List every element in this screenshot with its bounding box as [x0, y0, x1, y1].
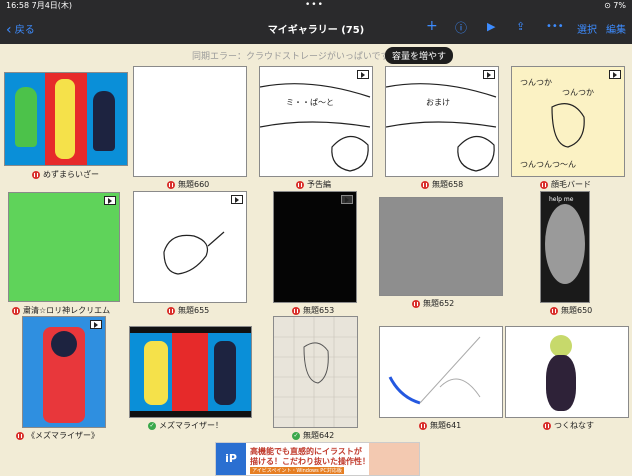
item-label: 《メズマライザー》 — [16, 430, 99, 441]
status-time: 16:58 7月4日(木) — [6, 1, 73, 10]
sketch-drawing — [388, 336, 481, 405]
artwork-thumbnail[interactable] — [4, 72, 128, 166]
select-button[interactable]: 選択 — [577, 21, 597, 36]
sync-error-icon — [16, 431, 24, 440]
nav-bar: ‹ 戻る マイギャラリー (75) + ⓘ ▶ ⇪ ••• 選択 編集 — [0, 12, 632, 44]
sync-error-icon — [419, 421, 427, 430]
item-label: 無題655 — [167, 305, 209, 316]
artwork-thumbnail[interactable] — [379, 326, 503, 418]
ad-line-2: 描ける！こだわり抜いた操作性！ — [250, 457, 370, 466]
sync-error-icon — [32, 170, 40, 179]
sync-error-icon — [167, 180, 175, 189]
item-label: 無題641 — [419, 420, 461, 431]
sketch-drawing — [551, 103, 585, 148]
sketch-drawing — [260, 83, 371, 172]
artwork-thumbnail[interactable] — [505, 326, 629, 418]
sync-error-icon — [540, 180, 548, 189]
sketch-drawing — [274, 317, 357, 427]
ad-banner[interactable]: iP 高機能でも直感的にイラストが 描ける！こだわり抜いた操作性！ アイビスペイ… — [215, 442, 420, 476]
item-label: ✓ メズマライザー！ — [148, 421, 223, 430]
status-indicators: ⊙ 7% — [604, 1, 626, 10]
share-icon[interactable]: ⇪ — [516, 20, 525, 33]
item-label: つくねなす — [543, 420, 594, 431]
video-icon — [90, 320, 102, 329]
video-icon — [104, 196, 116, 205]
item-label: 無題652 — [412, 298, 454, 309]
video-icon — [341, 195, 353, 204]
sync-error-icon — [12, 306, 20, 315]
sync-error-icon — [167, 306, 175, 315]
synced-check-icon: ✓ — [292, 431, 300, 440]
ibis-paint-logo-icon: iP — [216, 443, 246, 475]
sync-error-icon — [543, 421, 551, 430]
item-label: 無題660 — [167, 179, 209, 190]
artwork-thumbnail[interactable] — [273, 191, 357, 303]
sync-error-message: 同期エラー：クラウドストレージがいっぱいです — [192, 52, 390, 62]
item-label: 顔毛バード — [540, 179, 591, 190]
artwork-thumbnail[interactable] — [133, 66, 247, 177]
ad-line-3: アイビスペイント・Windows PC対応版 — [250, 467, 344, 474]
artwork-thumbnail[interactable]: ミ・・ぱ～と — [259, 66, 373, 177]
artwork-thumbnail[interactable] — [22, 316, 106, 428]
more-icon[interactable]: ••• — [546, 21, 564, 32]
artwork-thumbnail[interactable] — [133, 191, 247, 303]
item-label: 無題650 — [550, 305, 592, 316]
sync-error-icon — [296, 180, 304, 189]
item-label: 無題653 — [292, 305, 334, 316]
increase-storage-button[interactable]: 容量を増やす — [385, 47, 454, 64]
item-label: 無題658 — [421, 179, 463, 190]
item-label: 予告編 — [296, 179, 331, 190]
artwork-thumbnail[interactable] — [8, 192, 120, 302]
artwork-thumbnail[interactable]: help me — [540, 191, 590, 303]
sync-error-icon — [550, 306, 558, 315]
status-bar: 16:58 7月4日(木) ••• ⊙ 7% — [0, 0, 632, 12]
sync-error-icon — [292, 306, 300, 315]
synced-check-icon: ✓ — [148, 421, 156, 430]
multitask-dots-icon[interactable]: ••• — [305, 0, 324, 10]
ad-character-image — [369, 443, 419, 475]
page-title: マイギャラリー (75) — [267, 25, 365, 36]
item-label: ✓ 無題642 — [292, 431, 335, 440]
play-icon[interactable]: ▶ — [487, 20, 495, 33]
sketch-drawing — [163, 231, 225, 275]
sync-error-icon — [421, 180, 429, 189]
thumbnail-text: help me — [549, 196, 574, 203]
edit-button[interactable]: 編集 — [606, 21, 626, 36]
item-label: 粛清☆ロリ神レクリエム — [12, 305, 110, 316]
info-icon[interactable]: ⓘ — [455, 19, 467, 36]
item-label: めずまらいざー — [32, 169, 99, 180]
artwork-thumbnail[interactable]: つんつか つんつか つんつんつ～ん — [511, 66, 625, 177]
artwork-thumbnail[interactable] — [273, 316, 358, 428]
artwork-thumbnail[interactable]: おまけ — [385, 66, 499, 177]
sync-error-icon — [412, 299, 420, 308]
sketch-drawing — [386, 83, 497, 172]
artwork-thumbnail[interactable] — [379, 197, 503, 296]
artwork-thumbnail[interactable] — [129, 326, 252, 418]
add-icon[interactable]: + — [426, 18, 438, 34]
